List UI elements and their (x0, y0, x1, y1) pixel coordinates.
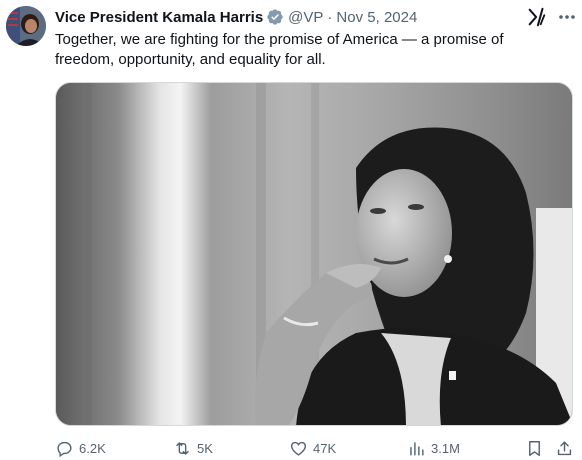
views-button[interactable]: 3.1M (407, 437, 460, 459)
verified-badge-icon (266, 8, 284, 26)
views-count: 3.1M (431, 440, 460, 456)
heart-icon (290, 441, 307, 456)
share-icon (557, 440, 572, 455)
reply-count: 6.2K (79, 440, 106, 456)
tweet-text: Together, we are fighting for the promis… (55, 31, 504, 68)
tweet-photo[interactable] (55, 82, 573, 426)
tweet-card: Vice President Kamala Harris @VP · Nov 5… (0, 0, 582, 460)
views-icon (410, 441, 424, 456)
reply-button[interactable]: 6.2K (55, 437, 106, 459)
tweet-actions: 6.2K 5K 47K 3.1M (55, 437, 577, 459)
more-icon[interactable] (557, 6, 577, 28)
tweet-header: Vice President Kamala Harris @VP · Nov 5… (55, 7, 522, 27)
bookmark-icon (529, 440, 540, 456)
share-button[interactable] (555, 437, 574, 459)
like-button[interactable]: 47K (289, 437, 336, 459)
avatar[interactable] (6, 6, 46, 46)
author-handle[interactable]: @VP (288, 9, 323, 26)
like-count: 47K (313, 440, 337, 456)
meta-separator: · (327, 8, 333, 26)
author-name[interactable]: Vice President Kamala Harris (55, 9, 263, 26)
grok-icon[interactable] (526, 6, 548, 28)
repost-icon (176, 441, 189, 455)
bookmark-button[interactable] (525, 437, 544, 459)
repost-button[interactable]: 5K (173, 437, 213, 459)
reply-icon (57, 441, 72, 457)
tweet-date[interactable]: Nov 5, 2024 (336, 9, 417, 26)
repost-count: 5K (197, 440, 213, 456)
